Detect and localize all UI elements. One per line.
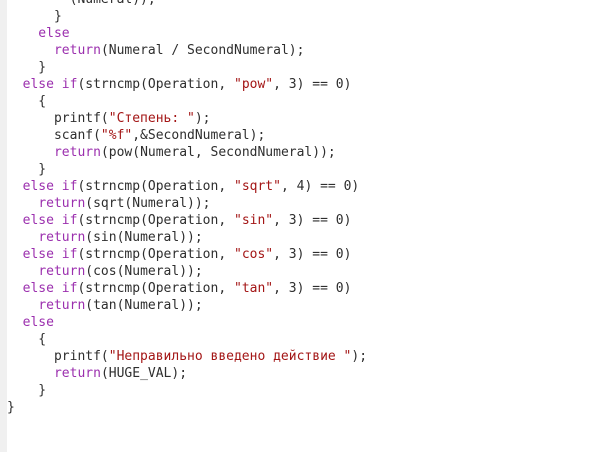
code-line: } [7,161,597,178]
code-line: printf("Неправильно введено действие "); [7,348,597,365]
code-string: "pow" [234,77,274,92]
code-line: } [7,382,597,399]
code-line: else [7,25,597,42]
code-text: (tan(Numeral)); [85,298,203,313]
code-text: ,&SecondNumeral); [132,128,266,143]
code-line: (Numeral)); [7,0,597,8]
code-string: "tan" [234,281,274,296]
code-text: } [7,60,47,75]
code-area[interactable]: (Numeral)); } else return(Numeral / Seco… [7,0,597,443]
code-text: } [7,162,47,177]
code-text: { [7,332,47,347]
code-line: else [7,314,597,331]
code-text: (cos(Numeral)); [85,264,203,279]
code-text: (Numeral / SecondNumeral); [100,43,305,58]
code-line: return(sqrt(Numeral)); [7,195,597,212]
code-text: printf( [7,349,109,364]
code-text: , 3) == 0) [273,213,352,228]
code-line: return(HUGE_VAL); [7,365,597,382]
code-keyword: return [38,196,86,211]
code-keyword: else [7,315,54,330]
code-keyword: else if [22,77,78,92]
code-keyword: return [53,43,101,58]
code-keyword: return [38,298,86,313]
code-keyword: else if [22,213,78,228]
code-text: scanf( [7,128,101,143]
code-text: (sqrt(Numeral)); [85,196,211,211]
code-text: } [7,400,15,415]
code-line: return(sin(Numeral)); [7,229,597,246]
editor-gutter [0,0,7,452]
code-string: "Неправильно введено действие " [108,349,352,364]
code-line: { [7,331,597,348]
code-text: } [7,9,62,24]
code-text: , 3) == 0) [273,77,352,92]
code-string: "Степень: " [108,111,195,126]
code-line: { [7,93,597,110]
code-text: (strncmp(Operation, [77,247,234,262]
code-line: else if(strncmp(Operation, "cos", 3) == … [7,246,597,263]
code-text: { [7,94,47,109]
code-text: ); [351,349,368,364]
code-text: (Numeral)); [7,0,156,7]
code-keyword: else if [22,281,78,296]
code-text: (strncmp(Operation, [77,281,234,296]
code-string: "%f" [100,128,133,143]
code-keyword: else if [22,247,78,262]
code-line: return(pow(Numeral, SecondNumeral)); [7,144,597,161]
code-line: else if(strncmp(Operation, "sqrt", 4) ==… [7,178,597,195]
code-text: (HUGE_VAL); [100,366,188,381]
code-string: "sqrt" [234,179,281,194]
code-text: printf( [7,111,109,126]
code-text: , 3) == 0) [273,247,352,262]
code-text: (strncmp(Operation, [77,77,234,92]
code-text: (pow(Numeral, SecondNumeral)); [100,145,336,160]
code-line: else if(strncmp(Operation, "sin", 3) == … [7,212,597,229]
code-line: else if(strncmp(Operation, "tan", 3) == … [7,280,597,297]
code-keyword: else [7,26,70,41]
code-text: } [7,383,47,398]
code-keyword: return [38,230,86,245]
code-line: } [7,8,597,25]
code-line: return(Numeral / SecondNumeral); [7,42,597,59]
code-line: return(cos(Numeral)); [7,263,597,280]
code-line: } [7,59,597,76]
code-keyword: return [38,264,86,279]
code-text: (sin(Numeral)); [85,230,203,245]
code-line: printf("Степень: "); [7,110,597,127]
code-line: else if(strncmp(Operation, "pow", 3) == … [7,76,597,93]
code-line: } [7,399,597,416]
code-editor[interactable]: (Numeral)); } else return(Numeral / Seco… [0,0,602,452]
code-text: ); [194,111,211,126]
code-string: "cos" [234,247,274,262]
code-line: scanf("%f",&SecondNumeral); [7,127,597,144]
code-text: (strncmp(Operation, [77,213,234,228]
code-keyword: return [53,145,101,160]
code-string: "sin" [234,213,274,228]
code-text: , 4) == 0) [280,179,360,194]
code-line: return(tan(Numeral)); [7,297,597,314]
code-keyword: return [53,366,101,381]
code-keyword: else if [22,179,78,194]
code-text: , 3) == 0) [273,281,352,296]
code-text: (strncmp(Operation, [77,179,234,194]
